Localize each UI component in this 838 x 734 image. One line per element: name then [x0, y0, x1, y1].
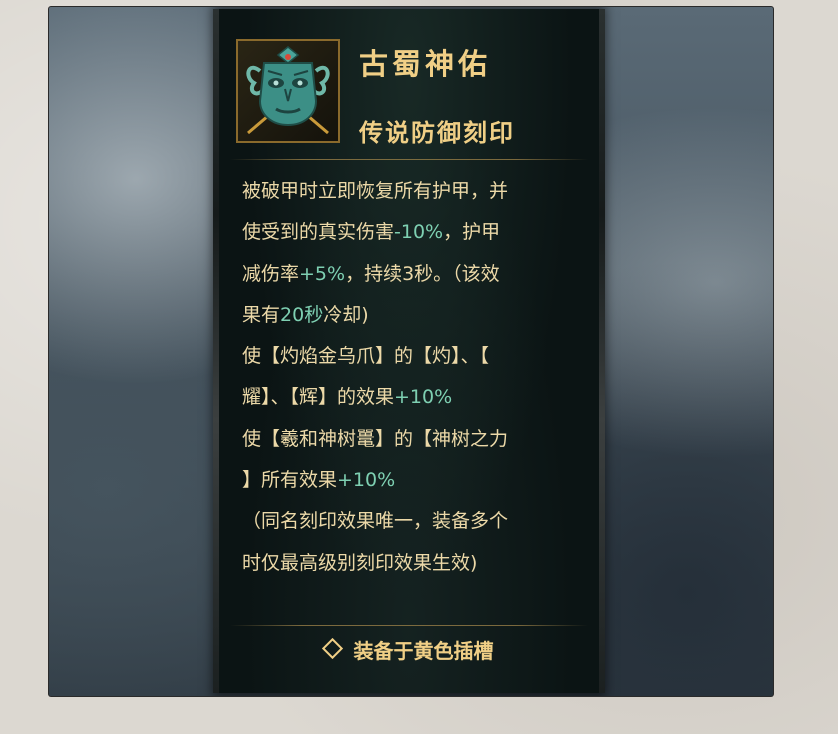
description-line: 】所有效果+10% [242, 469, 396, 492]
game-screen: 古蜀神佑 传说防御刻印 被破甲时立即恢复所有护甲，并 使受到的真实伤害-10%，… [49, 7, 773, 696]
divider-top [230, 159, 588, 160]
item-title: 古蜀神佑 [359, 47, 492, 81]
description-line: 使【灼焰金乌爪】的【灼】、【 [242, 345, 490, 368]
description-line: 减伤率+5%，持续3秒。（该效 [242, 262, 500, 285]
panel-edge-right [599, 9, 605, 693]
description-line: （同名刻印效果唯一，装备多个 [242, 510, 509, 533]
item-description: 被破甲时立即恢复所有护甲，并 使受到的真实伤害-10%，护甲 减伤率+5%，持续… [242, 171, 592, 584]
item-tooltip-panel: 古蜀神佑 传说防御刻印 被破甲时立即恢复所有护甲，并 使受到的真实伤害-10%，… [213, 9, 605, 693]
description-line: 使受到的真实伤害-10%，护甲 [242, 221, 501, 244]
diamond-icon [321, 637, 343, 660]
equip-slot-info: 装备于黄色插槽 [216, 635, 602, 664]
panel-edge-left [213, 9, 219, 693]
description-line: 时仅最高级别刻印效果生效) [242, 551, 478, 574]
description-line: 耀】、【辉】的效果+10% [242, 386, 453, 409]
bronze-mask-icon [246, 46, 330, 135]
item-rarity-type: 传说防御刻印 [359, 118, 515, 147]
description-line: 被破甲时立即恢复所有护甲，并 [242, 180, 509, 202]
item-icon-frame [236, 39, 340, 143]
description-line: 果有20秒冷却) [242, 303, 369, 326]
description-line: 使【羲和神树鼍】的【神树之力 [242, 427, 509, 450]
divider-bottom [230, 625, 588, 626]
equip-slot-label: 装备于黄色插槽 [353, 639, 494, 663]
